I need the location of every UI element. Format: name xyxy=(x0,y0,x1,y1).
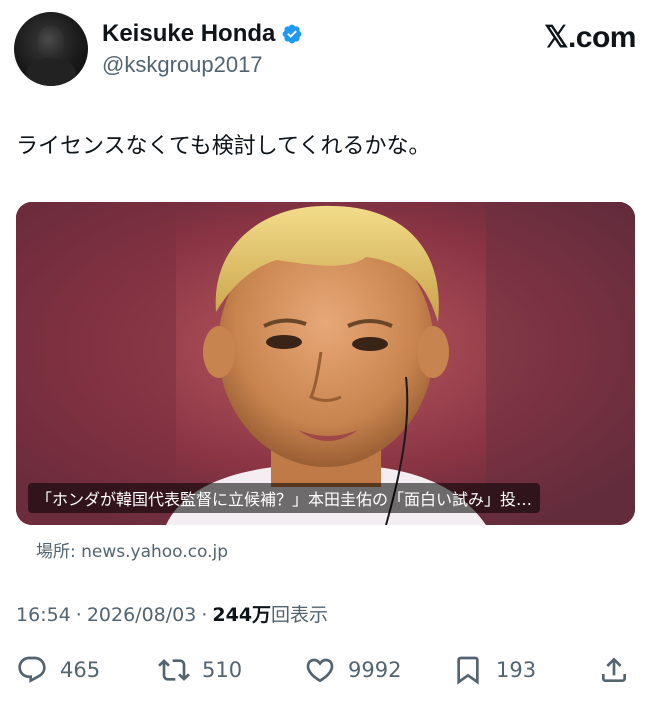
meta-separator: · xyxy=(201,604,208,626)
tweet-text: ライセンスなくても検討してくれるかな。 xyxy=(16,134,431,159)
views-count: 244万 xyxy=(212,604,272,626)
action-bar: 465 510 9992 193 xyxy=(16,650,632,690)
handle[interactable]: @kskgroup2017 xyxy=(102,52,263,78)
avatar-shoulder xyxy=(26,58,76,86)
avatar-face xyxy=(38,26,64,60)
verified-badge-icon xyxy=(282,24,302,44)
retweet-count: 510 xyxy=(202,658,243,682)
reply-icon xyxy=(18,656,46,683)
retweet-icon xyxy=(158,659,190,681)
link-card[interactable]: 「ホンダが韓国代表監督に立候補？」本田圭佑の「面白い試み」投… xyxy=(16,202,635,525)
share-icon xyxy=(602,657,626,682)
display-name[interactable]: Keisuke Honda xyxy=(102,20,275,48)
meta-separator: · xyxy=(75,604,82,626)
retweet-button[interactable]: 510 xyxy=(158,650,242,690)
bookmark-icon xyxy=(457,656,479,685)
reply-count: 465 xyxy=(60,658,101,682)
tweet-header: Keisuke Honda @kskgroup2017 𝕏.com xyxy=(14,12,636,88)
views-label: 回表示 xyxy=(271,604,329,626)
tweet-date[interactable]: 2026/08/03 xyxy=(87,604,197,626)
tweet-time[interactable]: 16:54 xyxy=(16,604,71,626)
reply-button[interactable]: 465 xyxy=(16,650,100,690)
like-button[interactable]: 9992 xyxy=(304,650,401,690)
link-card-title: 「ホンダが韓国代表監督に立候補？」本田圭佑の「面白い試み」投… xyxy=(28,483,541,513)
like-count: 9992 xyxy=(348,658,402,682)
heart-icon xyxy=(306,658,334,683)
link-source[interactable]: 場所: news.yahoo.co.jp xyxy=(36,537,228,562)
player-portrait-photo xyxy=(16,202,635,525)
name-row: Keisuke Honda xyxy=(102,20,303,48)
x-com-logo: 𝕏.com xyxy=(544,21,636,54)
share-button[interactable] xyxy=(598,650,630,690)
tweet-meta: 16:54 · 2026/08/03 · 244万 回表示 xyxy=(16,600,328,627)
avatar[interactable] xyxy=(14,12,88,86)
bookmark-button[interactable]: 193 xyxy=(452,650,536,690)
bookmark-count: 193 xyxy=(496,658,537,682)
